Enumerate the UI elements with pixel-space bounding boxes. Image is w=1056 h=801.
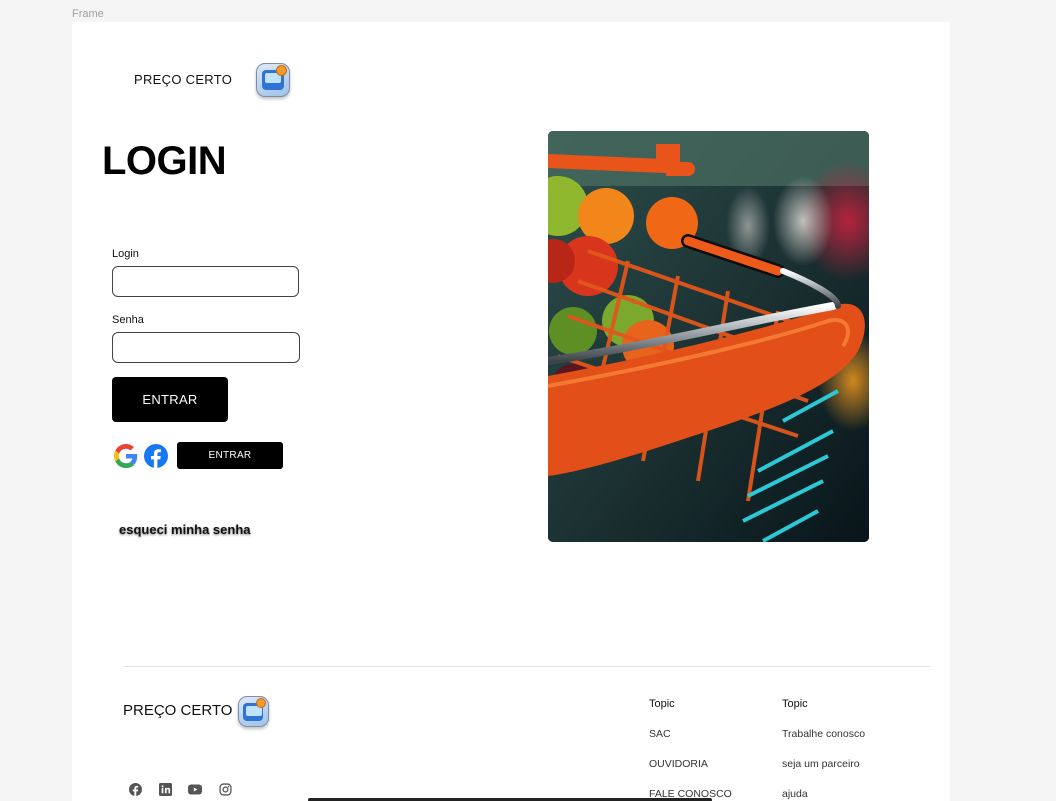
youtube-icon[interactable] (188, 782, 202, 796)
footer-column-heading: Topic (782, 698, 808, 710)
page-title: LOGIN (102, 139, 227, 183)
instagram-icon[interactable] (218, 782, 232, 796)
footer-divider (123, 666, 931, 667)
linkedin-icon[interactable] (158, 782, 172, 796)
frame-label: Frame (72, 8, 104, 20)
forgot-password-link[interactable]: esqueci minha senha (119, 522, 251, 537)
shopping-app-icon[interactable] (256, 63, 290, 97)
footer-social-links (128, 782, 232, 796)
social-login-button[interactable]: ENTRAR (177, 442, 283, 469)
footer-brand-name: PREÇO CERTO (123, 702, 233, 719)
footer-column-2: Topic Trabalhe conosco seja um parceiro … (782, 698, 865, 801)
facebook-icon[interactable] (144, 444, 168, 468)
footer-app-icon-coin (256, 698, 266, 708)
login-submit-button[interactable]: ENTRAR (112, 377, 228, 422)
facebook-icon[interactable] (128, 782, 142, 796)
shopping-cart-photo (548, 131, 869, 542)
footer-link-sac[interactable]: SAC (649, 728, 732, 758)
login-field-label: Login (112, 248, 139, 260)
footer-column-1: Topic SAC OUVIDORIA FALE CONOSCO (649, 698, 732, 801)
footer-link-parceiro[interactable]: seja um parceiro (782, 758, 865, 788)
footer-link-ajuda[interactable]: ajuda (782, 788, 865, 801)
password-field-label: Senha (112, 314, 144, 326)
app-icon-coin (276, 65, 287, 76)
password-input[interactable] (112, 332, 300, 363)
footer-column-heading: Topic (649, 698, 675, 710)
page-frame: PREÇO CERTO LOGIN Login Senha ENTRAR ENT… (72, 22, 950, 801)
login-input[interactable] (112, 266, 299, 297)
footer-app-icon[interactable] (238, 696, 269, 727)
footer-link-trabalhe-conosco[interactable]: Trabalhe conosco (782, 728, 865, 758)
footer-link-ouvidoria[interactable]: OUVIDORIA (649, 758, 732, 788)
brand-name: PREÇO CERTO (134, 72, 233, 87)
google-icon[interactable] (114, 444, 138, 468)
